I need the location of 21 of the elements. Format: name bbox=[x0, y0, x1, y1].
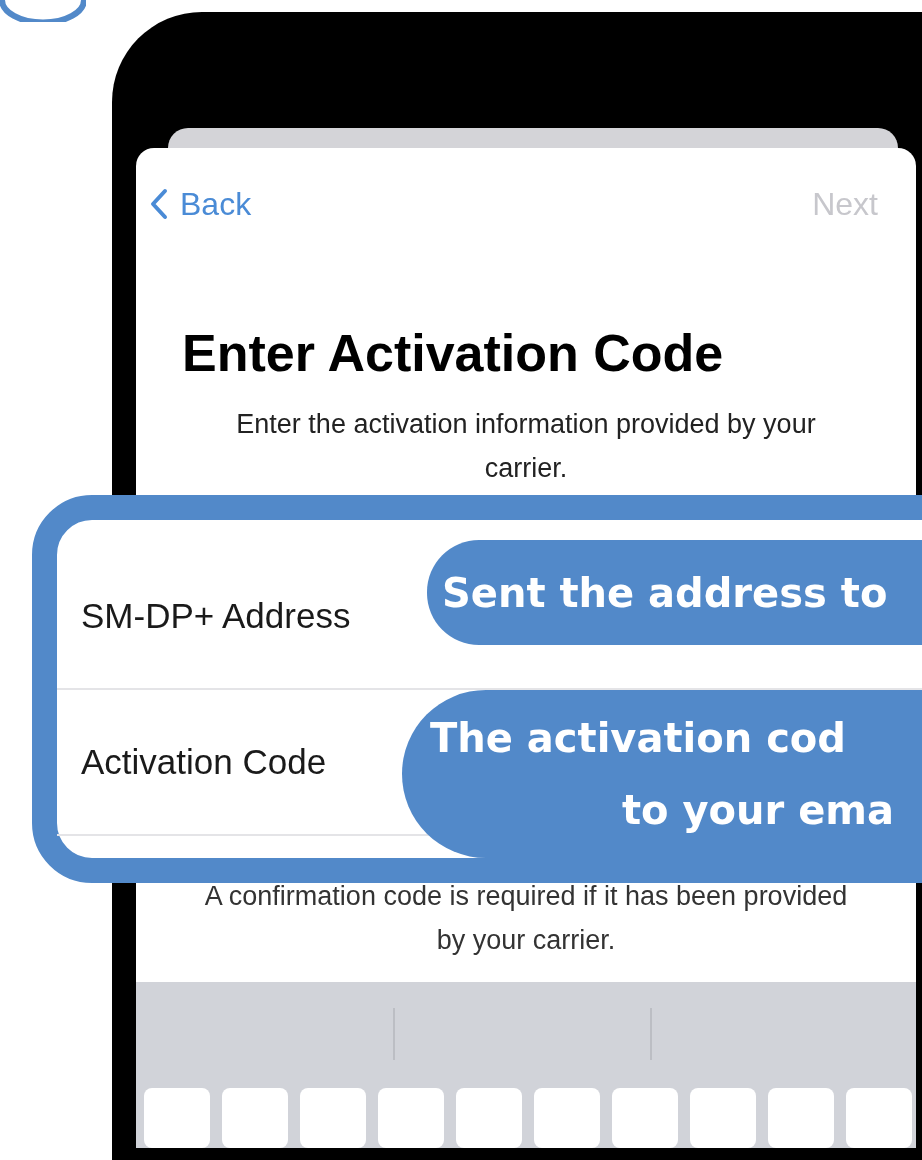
keyboard-key[interactable] bbox=[534, 1088, 600, 1148]
keyboard-key[interactable] bbox=[690, 1088, 756, 1148]
keyboard-key[interactable] bbox=[456, 1088, 522, 1148]
callout-text: Sent the address to bbox=[442, 568, 889, 618]
keyboard-key[interactable] bbox=[222, 1088, 288, 1148]
page-title: Enter Activation Code bbox=[182, 323, 725, 384]
back-button[interactable]: Back bbox=[150, 180, 252, 228]
callout-text: to your ema bbox=[621, 786, 895, 835]
keyboard-key[interactable] bbox=[846, 1088, 912, 1148]
callout-text: The activation cod bbox=[430, 714, 847, 763]
circle-logo-icon bbox=[0, 0, 86, 22]
keyboard-key[interactable] bbox=[768, 1088, 834, 1148]
keyboard-key[interactable] bbox=[144, 1088, 210, 1148]
keyboard-key[interactable] bbox=[378, 1088, 444, 1148]
field-label: Activation Code bbox=[81, 740, 327, 783]
keyboard-key[interactable] bbox=[300, 1088, 366, 1148]
keyboard-key[interactable] bbox=[612, 1088, 678, 1148]
page-subtitle: Enter the activation information provided by your carrier. bbox=[235, 408, 817, 485]
field-label: SM-DP+ Address bbox=[81, 594, 351, 637]
chevron-left-icon bbox=[150, 188, 168, 220]
footnote-text: A confirmation code is required if it has been provided by your carrier. bbox=[203, 880, 849, 957]
